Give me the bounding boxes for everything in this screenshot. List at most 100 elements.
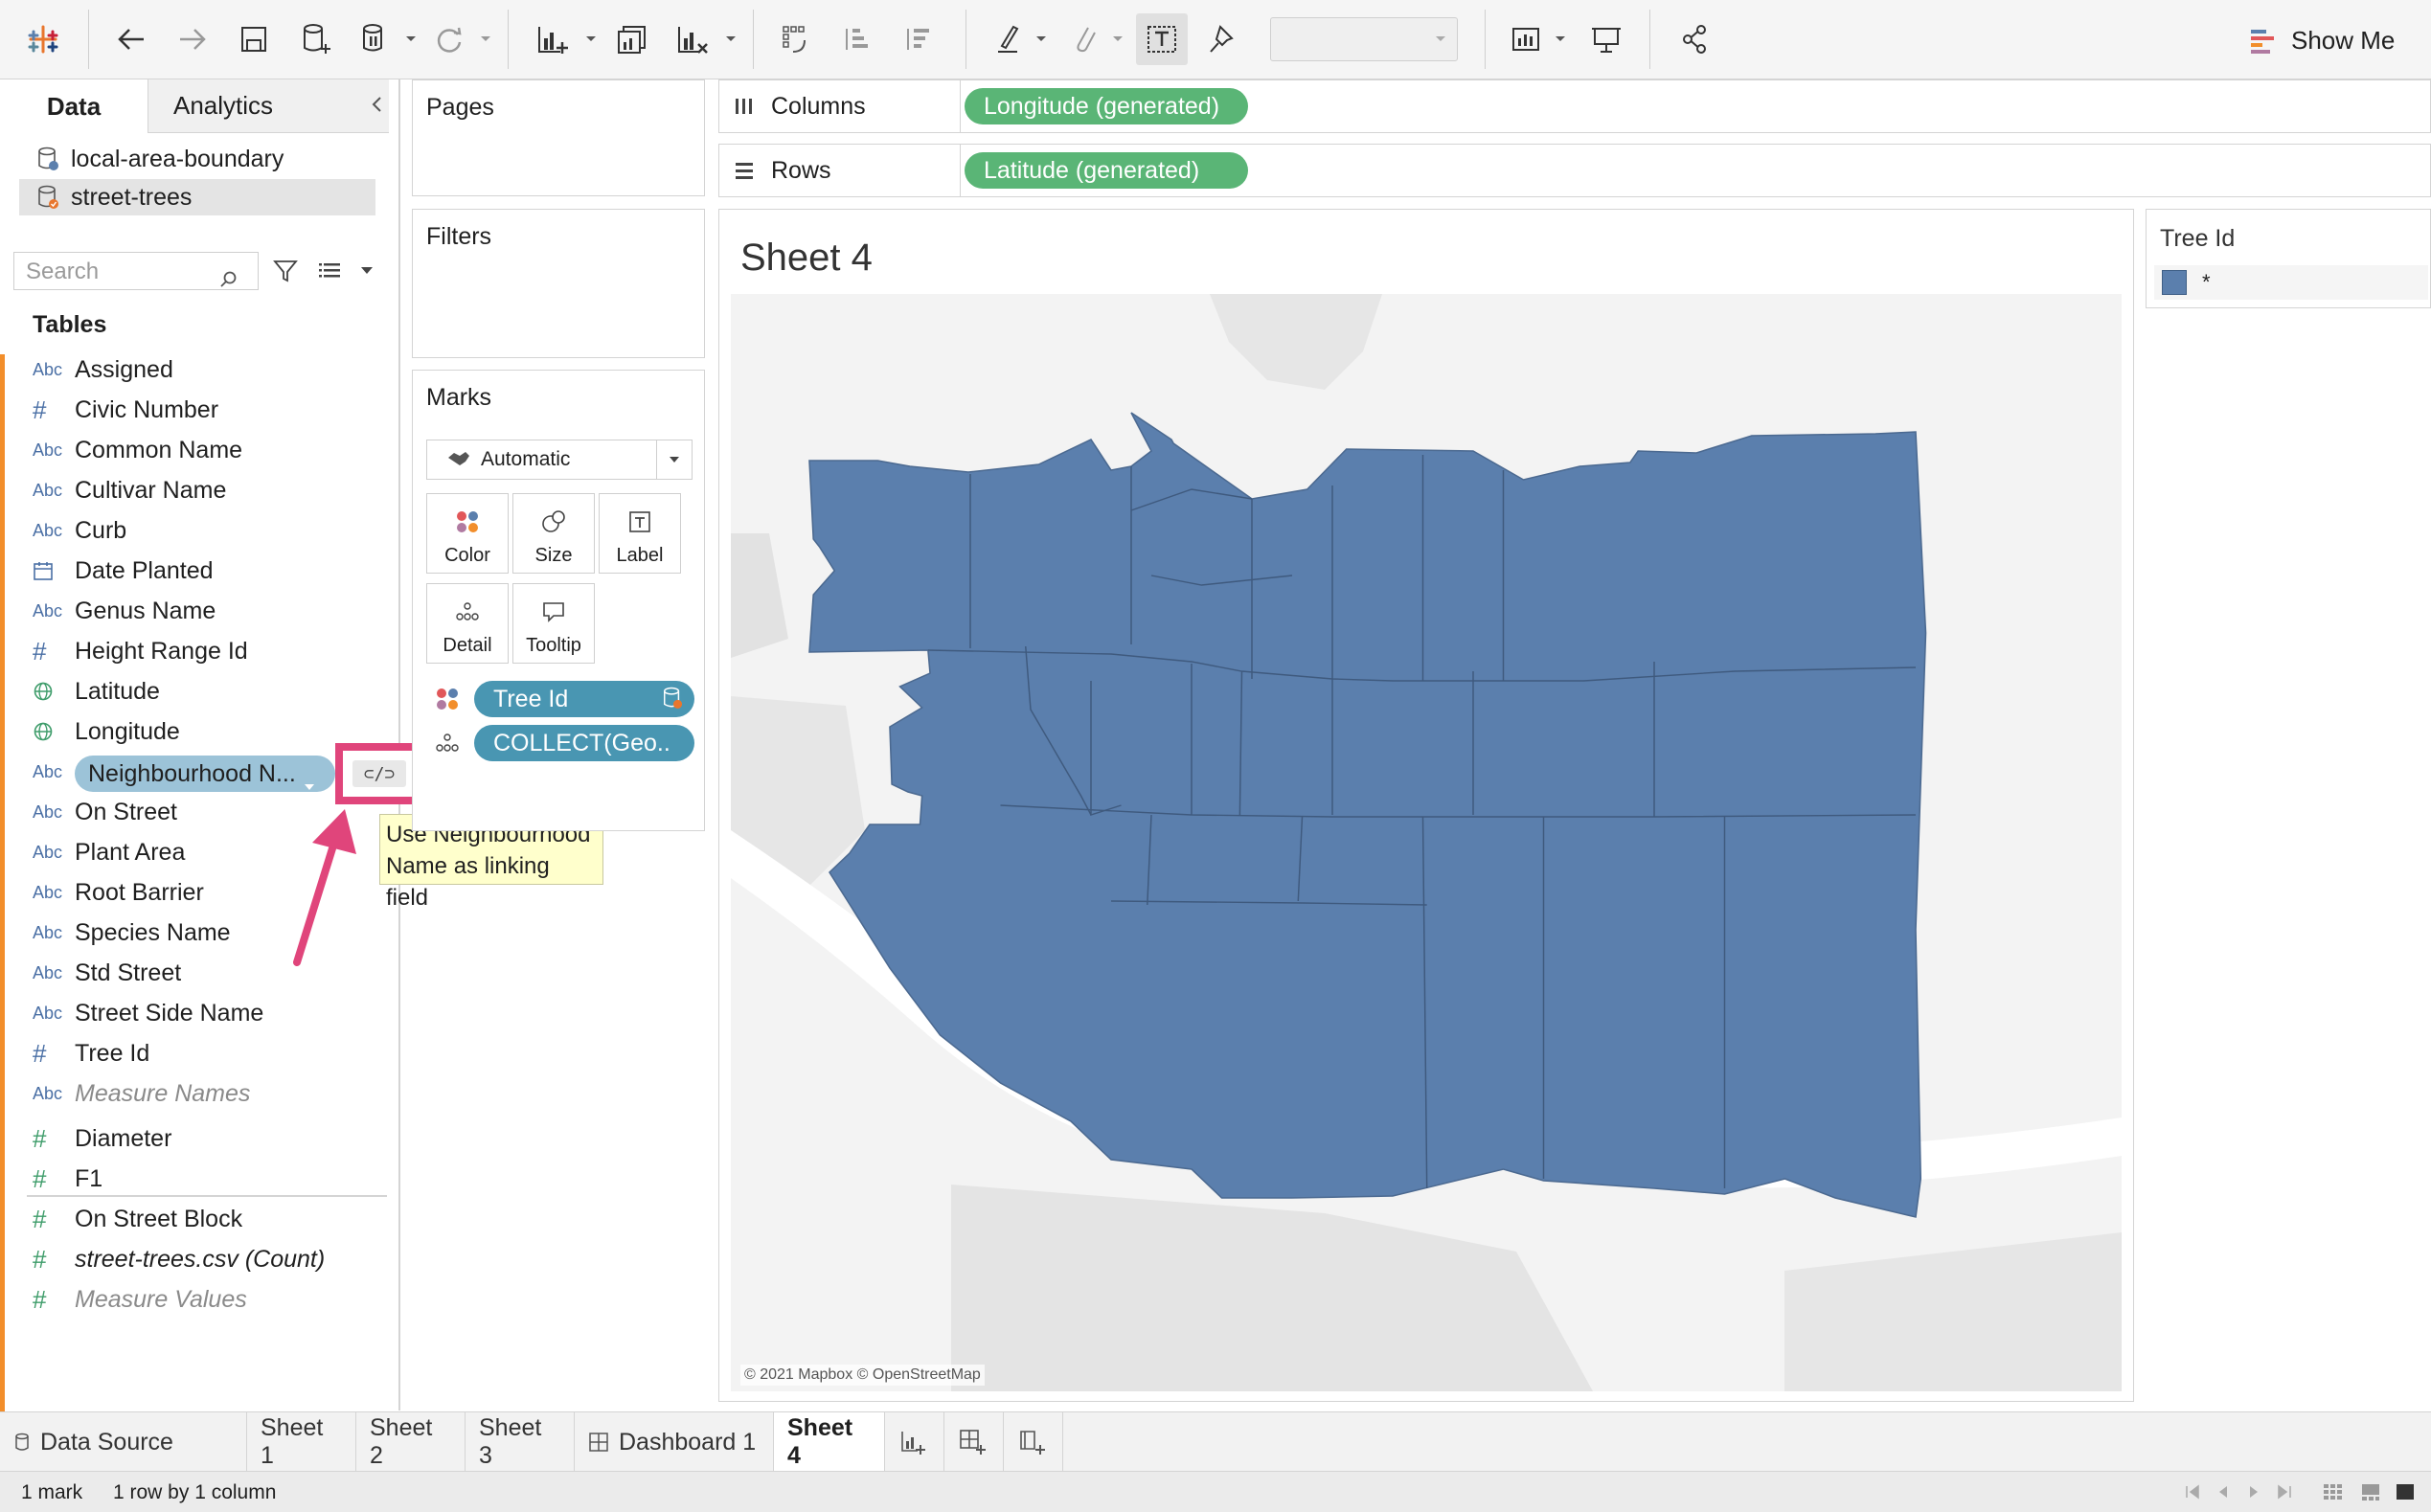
tab-sheet-3[interactable]: Sheet 3 [466, 1412, 575, 1472]
field-street-side-name[interactable]: Abc Street Side Name [33, 994, 263, 1032]
field-measure-values[interactable]: # Measure Values [33, 1280, 247, 1319]
mark-pill-collect-geometry[interactable]: COLLECT(Geo.. [474, 725, 694, 761]
search-input[interactable]: Search [13, 252, 259, 290]
chevron-down-icon[interactable] [1554, 29, 1567, 48]
chevron-down-icon[interactable] [1034, 29, 1048, 48]
columns-pill[interactable]: Longitude (generated) [965, 88, 1248, 124]
field-on-street-block[interactable]: # On Street Block [33, 1200, 242, 1238]
pages-card[interactable]: Pages [412, 79, 705, 196]
datasource-street-trees[interactable]: street-trees [19, 179, 375, 215]
sheet-title[interactable]: Sheet 4 [740, 237, 873, 280]
size-button[interactable]: Size [512, 493, 595, 574]
field-neighbourhood-name[interactable]: Neighbourhood N... [75, 756, 335, 792]
filters-card[interactable]: Filters [412, 209, 705, 358]
tableau-logo-icon[interactable] [17, 13, 69, 65]
previous-page-icon[interactable] [2213, 1481, 2234, 1502]
swap-icon[interactable] [770, 13, 822, 65]
tabs-view-icon[interactable] [2395, 1481, 2416, 1502]
label-button[interactable]: Label [599, 493, 681, 574]
detail-button[interactable]: Detail [426, 583, 509, 664]
show-me-button[interactable]: Show Me [2249, 19, 2395, 61]
mark-type-dropdown[interactable]: Automatic [426, 440, 693, 480]
redo-icon[interactable] [167, 13, 218, 65]
highlight-icon[interactable] [983, 13, 1034, 65]
datasource-local-area-boundary[interactable]: local-area-boundary [19, 141, 375, 177]
collapse-pane-icon[interactable] [366, 93, 389, 116]
number-type-icon: # [33, 1244, 47, 1274]
tab-sheet-4[interactable]: Sheet 4 [774, 1412, 885, 1472]
field-on-street[interactable]: Abc On Street [33, 793, 177, 831]
chevron-down-icon[interactable] [656, 440, 692, 479]
first-page-icon[interactable] [2182, 1481, 2203, 1502]
field-diameter[interactable]: # Diameter [33, 1119, 171, 1158]
tab-sheet-2[interactable]: Sheet 2 [356, 1412, 466, 1472]
chevron-down-icon[interactable] [1111, 29, 1125, 48]
presentation-icon[interactable] [1580, 13, 1632, 65]
field-species-name[interactable]: Abc Species Name [33, 914, 231, 952]
pause-updates-icon[interactable] [349, 13, 400, 65]
field-longitude[interactable]: Longitude [33, 712, 180, 751]
tab-analytics[interactable]: Analytics [148, 79, 389, 133]
map-canvas[interactable] [731, 294, 2122, 1391]
color-button[interactable]: Color [426, 493, 509, 574]
field-std-street[interactable]: Abc Std Street [33, 954, 181, 992]
group-icon[interactable] [1059, 13, 1111, 65]
refresh-icon[interactable] [423, 13, 475, 65]
field-cultivar-name[interactable]: Abc Cultivar Name [33, 471, 226, 509]
new-sheet-icon[interactable] [527, 13, 579, 65]
sort-descending-icon[interactable] [895, 13, 946, 65]
legend-title[interactable]: Tree Id [2160, 225, 2235, 253]
show-cards-icon[interactable] [1502, 13, 1554, 65]
undo-icon[interactable] [105, 13, 157, 65]
tab-data[interactable]: Data [0, 79, 148, 133]
legend-item[interactable]: * [2154, 265, 2428, 300]
field-f1[interactable]: # F1 [33, 1160, 102, 1198]
tab-sheet-1[interactable]: Sheet 1 [247, 1412, 356, 1472]
field-plant-area[interactable]: Abc Plant Area [33, 833, 185, 871]
last-page-icon[interactable] [2274, 1481, 2295, 1502]
fit-dropdown[interactable] [1270, 17, 1458, 61]
next-page-icon[interactable] [2243, 1481, 2264, 1502]
clear-sheet-icon[interactable] [667, 13, 718, 65]
columns-shelf[interactable]: Columns Longitude (generated) [718, 79, 2431, 133]
map-attribution[interactable]: © 2021 Mapbox © OpenStreetMap [740, 1365, 985, 1386]
chevron-down-icon[interactable] [479, 29, 492, 48]
sort-ascending-icon[interactable] [833, 13, 885, 65]
share-icon[interactable] [1669, 13, 1720, 65]
sheet-sorter-icon[interactable] [2322, 1481, 2343, 1502]
list-view-icon[interactable] [316, 258, 343, 284]
duplicate-sheet-icon[interactable] [607, 13, 659, 65]
save-icon[interactable] [228, 13, 280, 65]
field-measure-names[interactable]: Abc Measure Names [33, 1074, 250, 1113]
field-root-barrier[interactable]: Abc Root Barrier [33, 873, 204, 912]
tab-data-source[interactable]: Data Source [0, 1412, 247, 1472]
tab-dashboard-1[interactable]: Dashboard 1 [575, 1412, 774, 1472]
field-height-range-id[interactable]: # Height Range Id [33, 632, 248, 670]
rows-pill[interactable]: Latitude (generated) [965, 152, 1248, 189]
field-assigned[interactable]: Abc Assigned [33, 350, 173, 389]
new-dashboard-icon[interactable] [944, 1412, 1004, 1472]
filmstrip-icon[interactable] [2360, 1481, 2381, 1502]
field-civic-number[interactable]: # Civic Number [33, 391, 218, 429]
chevron-down-icon[interactable] [404, 29, 418, 48]
chevron-down-icon[interactable] [724, 29, 738, 48]
new-story-icon[interactable] [1004, 1412, 1063, 1472]
chevron-down-icon[interactable] [358, 263, 375, 279]
labels-icon[interactable] [1136, 13, 1188, 65]
link-field-button[interactable]: ⊂/⊃ [335, 743, 423, 804]
field-count[interactable]: # street-trees.csv (Count) [33, 1240, 325, 1278]
mark-pill-tree-id[interactable]: Tree Id [474, 681, 694, 717]
field-common-name[interactable]: Abc Common Name [33, 431, 242, 469]
fix-axes-icon[interactable] [1197, 13, 1249, 65]
filter-icon[interactable] [272, 258, 299, 284]
field-genus-name[interactable]: Abc Genus Name [33, 592, 216, 630]
field-latitude[interactable]: Latitude [33, 672, 160, 711]
field-date-planted[interactable]: Date Planted [33, 552, 214, 590]
tooltip-button[interactable]: Tooltip [512, 583, 595, 664]
new-worksheet-icon[interactable] [885, 1412, 944, 1472]
field-curb[interactable]: Abc Curb [33, 511, 126, 550]
new-datasource-icon[interactable] [289, 13, 341, 65]
chevron-down-icon[interactable] [584, 29, 598, 48]
field-tree-id[interactable]: # Tree Id [33, 1034, 149, 1072]
rows-shelf[interactable]: Rows Latitude (generated) [718, 144, 2431, 197]
